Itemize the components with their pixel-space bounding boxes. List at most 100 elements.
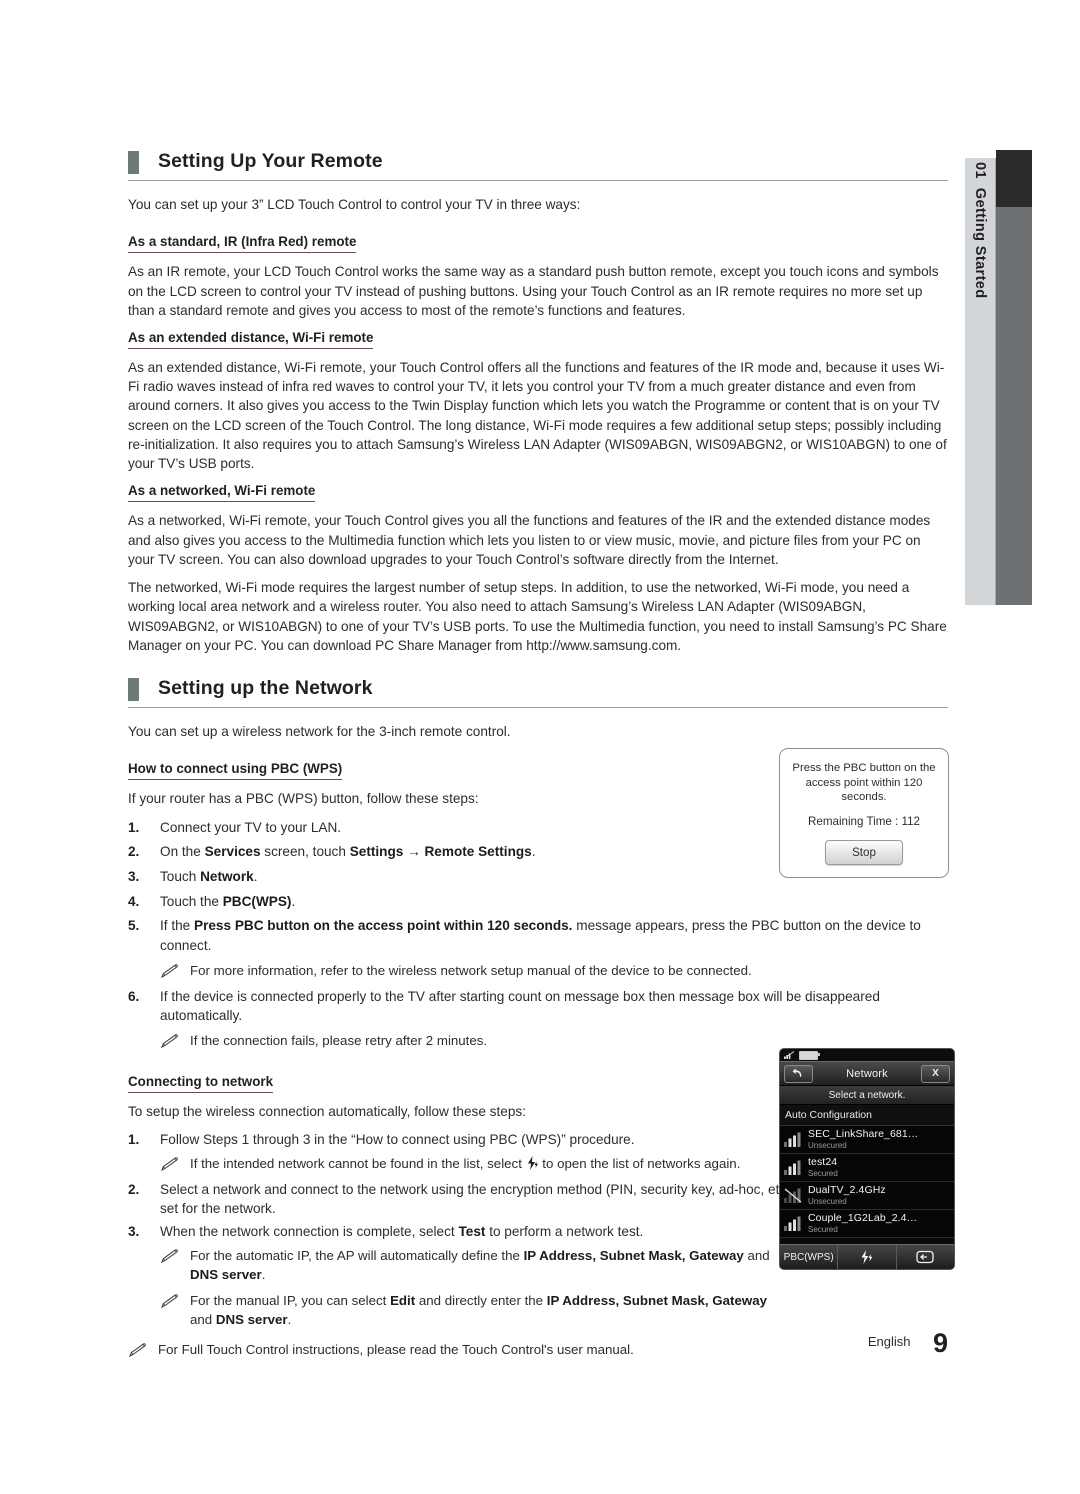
step-text: If the device is connected properly to t…	[160, 988, 880, 1024]
network-info: test24 Secured	[808, 1155, 838, 1179]
pbc-remaining-time: Remaining Time : 112	[780, 815, 948, 828]
paragraph-networked-1: As a networked, Wi-Fi remote, your Touch…	[128, 513, 931, 567]
note-text: If the intended network cannot be found …	[190, 1155, 741, 1171]
auto-configuration-row[interactable]: Auto Configuration	[780, 1105, 954, 1126]
sub-heading-pbc: How to connect using PBC (WPS)	[128, 761, 343, 781]
step-number: 4.	[128, 893, 140, 909]
list-item[interactable]: SEC_LinkShare_681… Unsecured	[780, 1126, 954, 1154]
chapter-title: Getting Started	[972, 187, 988, 299]
stop-button[interactable]: Stop	[825, 840, 903, 866]
section-heading-remote: Setting Up Your Remote	[128, 150, 948, 181]
note-automatic-ip: For the automatic IP, the AP will automa…	[160, 1247, 790, 1285]
network-ssid: test24	[808, 1155, 838, 1168]
pbc-wps-button[interactable]: PBC(WPS)	[780, 1245, 839, 1269]
lightning-refresh-icon	[526, 1155, 539, 1170]
pbc-remaining-label: Remaining Time :	[808, 815, 899, 829]
pencil-note-icon	[160, 1249, 180, 1264]
paragraph-extended: As an extended distance, Wi-Fi remote, y…	[128, 360, 947, 472]
sub-heading-connecting: Connecting to network	[128, 1074, 274, 1093]
list-item[interactable]: test24 Secured	[780, 1154, 954, 1182]
touch-control-device-mockup: Network X Select a network. Auto Configu…	[779, 1048, 955, 1270]
step-text: Connect your TV to your LAN.	[160, 819, 342, 835]
page-number: 9	[932, 1328, 948, 1358]
lightning-refresh-icon[interactable]	[838, 1245, 897, 1269]
note-text: For the manual IP, you can select Edit a…	[190, 1292, 767, 1327]
chapter-bar-dark	[996, 150, 1032, 207]
note-text: For more information, refer to the wirel…	[190, 962, 752, 978]
step-text: Touch Network.	[160, 868, 258, 884]
section-heading-text: Setting up the Network	[158, 677, 373, 700]
list-item: 1. Follow Steps 1 through 3 in the “How …	[128, 1130, 800, 1174]
chapter-bar-gray	[996, 207, 1032, 605]
pbc-remaining-value: 112	[901, 815, 920, 829]
signal-strength-icon	[784, 1132, 803, 1147]
paragraph-ir: As an IR remote, your LCD Touch Control …	[128, 264, 939, 318]
note-text: If the connection fails, please retry af…	[190, 1033, 488, 1049]
list-item[interactable]: DualTV_2.4GHz Unsecured	[780, 1182, 954, 1210]
step-number: 1.	[128, 1132, 140, 1148]
network-ssid: SEC_LinkShare_681…	[808, 1127, 919, 1140]
network-info: SEC_LinkShare_681… Unsecured	[808, 1127, 919, 1151]
step-text: Follow Steps 1 through 3 in the “How to …	[160, 1132, 635, 1148]
network-info: Couple_1G2Lab_2.4… Secured	[808, 1212, 917, 1235]
step-text: When the network connection is complete,…	[160, 1224, 644, 1240]
pencil-note-icon	[160, 1157, 180, 1172]
step-text: On the Services screen, touch Settings →…	[160, 844, 536, 860]
network-ssid: DualTV_2.4GHz	[808, 1183, 886, 1196]
step-number: 1.	[128, 819, 140, 835]
pencil-note-icon	[160, 1034, 180, 1049]
note-pbc-more-info: For more information, refer to the wirel…	[160, 962, 948, 981]
note-network-not-found: If the intended network cannot be found …	[160, 1155, 790, 1174]
paragraph-networked-2: The networked, Wi-Fi mode requires the l…	[128, 580, 947, 653]
close-icon[interactable]: X	[921, 1064, 950, 1083]
list-item: 3. When the network connection is comple…	[128, 1222, 800, 1329]
list-item: 2. Select a network and connect to the n…	[128, 1180, 800, 1219]
step-text: If the Press PBC button on the access po…	[160, 918, 921, 954]
list-item: 5. If the Press PBC button on the access…	[128, 916, 948, 980]
enter-input-icon[interactable]	[897, 1245, 954, 1269]
list-item: 6. If the device is connected properly t…	[128, 987, 948, 1051]
back-arrow-icon[interactable]	[784, 1064, 813, 1083]
page-footer: English 9	[0, 1328, 948, 1359]
section-lead-remote: You can set up your 3” LCD Touch Control…	[128, 197, 581, 212]
network-security: Unsecured	[808, 1196, 847, 1206]
network-security: Secured	[808, 1168, 838, 1178]
device-bottom-bar: PBC(WPS)	[780, 1244, 954, 1269]
section-heading-text: Setting Up Your Remote	[158, 150, 383, 172]
list-item: 4. Touch the PBC(WPS).	[128, 892, 948, 912]
step-number: 2.	[128, 1181, 140, 1197]
note-text: For the automatic IP, the AP will automa…	[190, 1247, 770, 1282]
step-text: Touch the PBC(WPS).	[160, 893, 296, 909]
list-item[interactable]: Couple_1G2Lab_2.4… Secured	[780, 1210, 954, 1238]
step-number: 2.	[128, 844, 140, 860]
subsection-ir: As a standard, IR (Infra Red) remote As …	[128, 233, 948, 320]
chapter-number: 01	[972, 162, 988, 179]
device-status-bar	[780, 1049, 954, 1061]
manual-page: 01 Getting Started Setting Up Your Remot…	[0, 0, 1080, 1494]
connecting-intro: To setup the wireless connection automat…	[128, 1103, 526, 1119]
pencil-note-icon	[160, 1293, 180, 1309]
subsection-extended: As an extended distance, Wi-Fi remote As…	[128, 329, 948, 473]
network-security: Secured	[808, 1224, 838, 1234]
device-subtitle: Select a network.	[780, 1086, 954, 1105]
signal-strength-icon	[784, 1216, 803, 1231]
chapter-tab: 01 Getting Started	[965, 158, 996, 605]
network-info: DualTV_2.4GHz Unsecured	[808, 1183, 886, 1207]
network-security: Unsecured	[808, 1140, 847, 1150]
section-lead-network: You can set up a wireless network for th…	[128, 724, 511, 740]
section-marker-icon	[128, 151, 139, 174]
footer-language: English	[867, 1334, 911, 1349]
subsection-networked: As a networked, Wi-Fi remote As a networ…	[128, 482, 948, 655]
pencil-note-icon	[160, 964, 180, 979]
section-heading-network: Setting up the Network	[128, 677, 948, 709]
sub-heading-ir: As a standard, IR (Infra Red) remote	[128, 234, 357, 254]
network-list: SEC_LinkShare_681… Unsecured test24 Secu…	[780, 1126, 954, 1238]
signal-icon	[784, 1051, 795, 1059]
note-manual-ip: For the manual IP, you can select Edit a…	[160, 1292, 790, 1330]
sub-heading-networked: As a networked, Wi-Fi remote	[128, 483, 316, 503]
signal-strength-none-icon	[784, 1188, 803, 1203]
step-number: 3.	[128, 868, 140, 884]
step-number: 5.	[128, 918, 140, 934]
battery-icon	[799, 1050, 820, 1060]
